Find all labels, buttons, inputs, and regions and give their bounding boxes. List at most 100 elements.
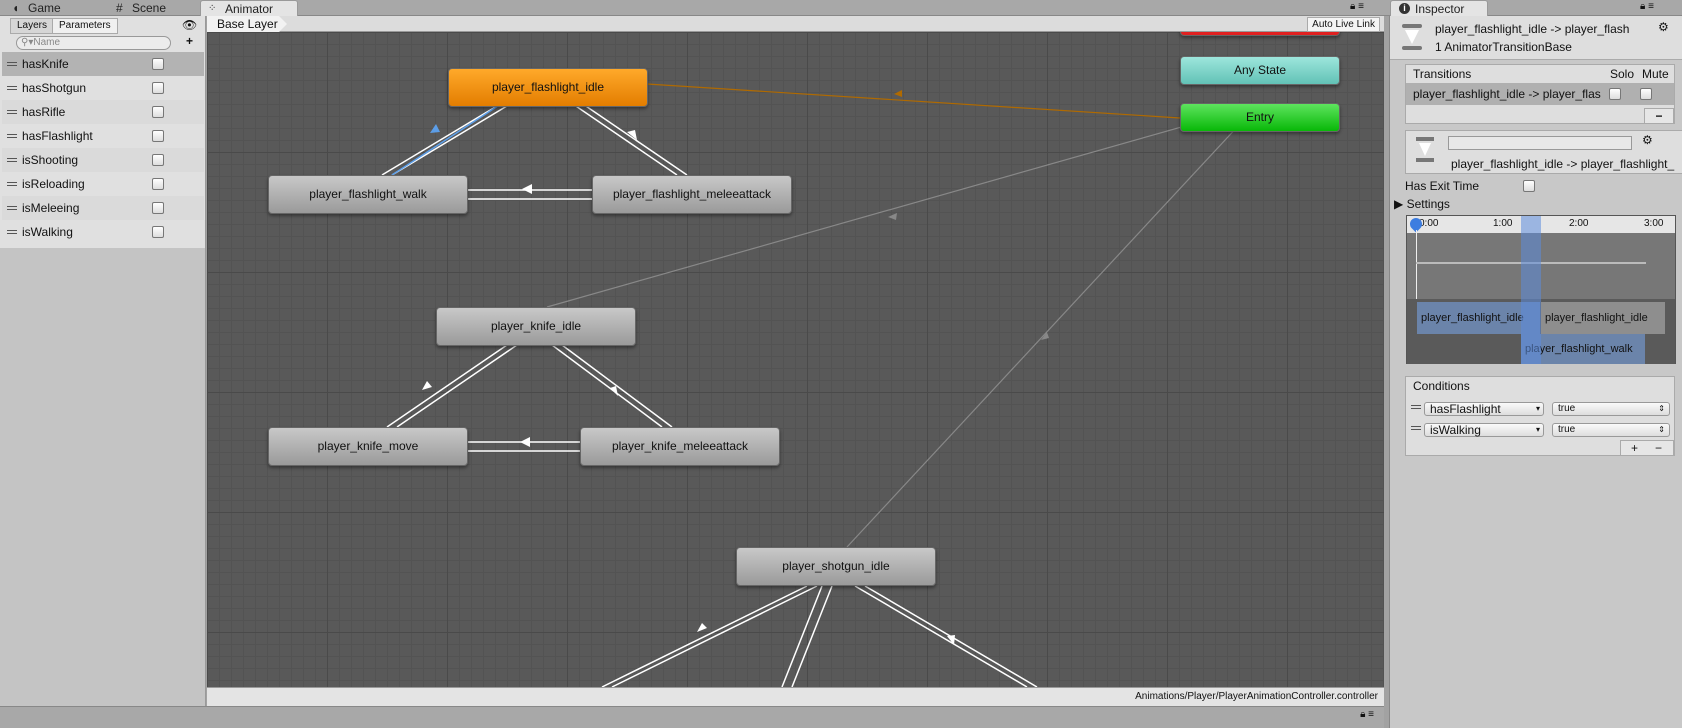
transition-line xyxy=(611,585,818,687)
drag-handle-icon[interactable] xyxy=(7,158,17,162)
condition-value-dropdown[interactable]: true ⇕ xyxy=(1552,402,1670,416)
tab-inspector[interactable]: i Inspector xyxy=(1390,0,1488,16)
drag-handle-icon[interactable] xyxy=(7,182,17,186)
animator-toolbar: Base Layer Auto Live Link xyxy=(207,16,1384,32)
condition-parameter-dropdown[interactable]: hasFlashlight ▾ xyxy=(1424,402,1544,416)
condition-parameter: isWalking xyxy=(1430,423,1481,437)
settings-foldout[interactable]: ▶ Settings xyxy=(1394,197,1450,211)
arrow-icon xyxy=(894,90,902,97)
parameter-isWalking[interactable]: isWalking xyxy=(2,220,204,244)
transition-line xyxy=(576,99,688,176)
search-input[interactable]: ⚲▾Name xyxy=(16,36,171,50)
transition-line xyxy=(396,344,518,428)
parameter-isMeleeing[interactable]: isMeleeing xyxy=(2,196,204,220)
controller-path: Animations/Player/PlayerAnimationControl… xyxy=(207,687,1384,706)
tab-layers[interactable]: Layers xyxy=(10,18,55,34)
drag-handle-icon[interactable] xyxy=(7,62,17,66)
parameter-checkbox[interactable] xyxy=(152,82,164,94)
state-player-flashlight-walk[interactable]: player_flashlight_walk xyxy=(268,175,468,214)
transition-row[interactable]: player_flashlight_idle -> player_flas xyxy=(1406,83,1674,105)
tab-animator[interactable]: ⁘ Animator xyxy=(200,0,298,16)
parameter-checkbox[interactable] xyxy=(152,226,164,238)
drag-handle-icon[interactable] xyxy=(1411,405,1421,409)
has-exit-time-checkbox[interactable] xyxy=(1523,180,1535,192)
parameter-hasRifle[interactable]: hasRifle xyxy=(2,100,204,124)
parameter-checkbox[interactable] xyxy=(152,106,164,118)
gear-icon[interactable]: ⚙ xyxy=(1658,20,1669,34)
parameter-name: isWalking xyxy=(22,225,73,239)
any-state-node[interactable]: Any State xyxy=(1180,56,1340,85)
parameter-isReloading[interactable]: isReloading xyxy=(2,172,204,196)
parameter-checkbox[interactable] xyxy=(152,58,164,70)
state-player-flashlight-meleeattack[interactable]: player_flashlight_meleeattack xyxy=(592,175,792,214)
has-exit-time-label: Has Exit Time xyxy=(1405,179,1480,193)
parameter-name: hasFlashlight xyxy=(22,129,93,143)
info-icon: i xyxy=(1399,3,1410,14)
animator-graph[interactable]: player_flashlight_idle Any State Entry p… xyxy=(207,32,1384,687)
state-player-shotgun-idle[interactable]: player_shotgun_idle xyxy=(736,547,936,586)
state-player-knife-meleeattack[interactable]: player_knife_meleeattack xyxy=(580,427,780,466)
transition-range[interactable] xyxy=(1521,216,1541,364)
parameter-hasFlashlight[interactable]: hasFlashlight xyxy=(2,124,204,148)
entry-default-transition xyxy=(646,83,1181,119)
pacman-icon: ◖ xyxy=(12,1,20,15)
auto-live-link-button[interactable]: Auto Live Link xyxy=(1307,17,1380,32)
condition-parameter-dropdown[interactable]: isWalking ▾ xyxy=(1424,423,1544,437)
transition-line xyxy=(386,344,508,428)
eye-icon[interactable]: 👁︎ xyxy=(182,18,197,32)
parameter-hasKnife[interactable]: hasKnife xyxy=(2,52,204,76)
inspector-panel: player_flashlight_idle -> player_flash 1… xyxy=(1389,16,1682,728)
mute-checkbox[interactable] xyxy=(1640,88,1652,100)
parameter-checkbox[interactable] xyxy=(152,178,164,190)
transition-name-input[interactable] xyxy=(1448,136,1632,150)
parameter-checkbox[interactable] xyxy=(152,202,164,214)
left-panel-empty xyxy=(0,248,206,708)
state-player-knife-idle[interactable]: player_knife_idle xyxy=(436,307,636,346)
condition-value-dropdown[interactable]: true ⇕ xyxy=(1552,423,1670,437)
breadcrumb[interactable]: Base Layer xyxy=(207,16,287,32)
arrow-icon xyxy=(520,437,530,447)
conditions-list: Conditions hasFlashlight ▾ true ⇕ isWalking ▾… xyxy=(1405,376,1675,456)
condition-buttons: + − xyxy=(1620,440,1674,456)
bottom-panel-bar: 🔒︎ ≡ xyxy=(0,706,1384,728)
parameters-panel: Layers Parameters 👁︎ ⚲▾Name + hasKnife ha… xyxy=(0,16,206,248)
exit-state-node[interactable] xyxy=(1180,32,1340,36)
window-tab-bar: ◖ Game # Scene ⁘ Animator 🔒︎ ≡ i Inspector 🔒… xyxy=(0,0,1682,16)
drag-handle-icon[interactable] xyxy=(7,86,17,90)
tab-game[interactable]: ◖ Game xyxy=(4,0,61,16)
add-condition-button[interactable]: + xyxy=(1631,441,1638,455)
tick-label: 1:00 xyxy=(1493,218,1513,229)
drag-handle-icon[interactable] xyxy=(1411,426,1421,430)
add-parameter-icon[interactable]: + xyxy=(186,34,193,48)
drag-handle-icon[interactable] xyxy=(7,110,17,114)
parameter-isShooting[interactable]: isShooting xyxy=(2,148,204,172)
parameter-checkbox[interactable] xyxy=(152,154,164,166)
tab-scene[interactable]: # Scene xyxy=(108,0,166,16)
transition-icon xyxy=(1416,137,1434,165)
state-player-knife-move[interactable]: player_knife_move xyxy=(268,427,468,466)
solo-checkbox[interactable] xyxy=(1609,88,1621,100)
drag-handle-icon[interactable] xyxy=(7,230,17,234)
tab-parameters[interactable]: Parameters xyxy=(52,18,118,34)
source-clip-loop[interactable]: player_flashlight_idle xyxy=(1541,302,1665,334)
transitions-header: Transitions xyxy=(1413,67,1472,81)
parameter-name: isReloading xyxy=(22,177,85,191)
gear-icon[interactable]: ⚙ xyxy=(1642,133,1653,147)
parameter-hasShotgun[interactable]: hasShotgun xyxy=(2,76,204,100)
lock-icon[interactable]: 🔒︎ ≡ xyxy=(1360,709,1374,720)
transition-line xyxy=(551,344,663,428)
condition-row: hasFlashlight ▾ true ⇕ xyxy=(1406,399,1674,419)
drag-handle-icon[interactable] xyxy=(7,206,17,210)
lock-icon[interactable]: 🔒︎ ≡ xyxy=(1350,1,1364,12)
lock-icon[interactable]: 🔒︎ ≡ xyxy=(1640,1,1654,12)
updown-arrow-icon: ⇕ xyxy=(1658,404,1665,413)
entry-node[interactable]: Entry xyxy=(1180,103,1340,132)
remove-transition-button[interactable]: − xyxy=(1644,108,1674,124)
drag-handle-icon[interactable] xyxy=(7,134,17,138)
parameter-checkbox[interactable] xyxy=(152,130,164,142)
transition-timeline[interactable]: 0:00 1:00 2:00 3:00 player_flashlight_id… xyxy=(1406,215,1676,364)
condition-value: true xyxy=(1558,424,1576,435)
transition-line xyxy=(566,99,678,176)
remove-condition-button[interactable]: − xyxy=(1655,441,1662,455)
state-player-flashlight-idle[interactable]: player_flashlight_idle xyxy=(448,68,648,107)
